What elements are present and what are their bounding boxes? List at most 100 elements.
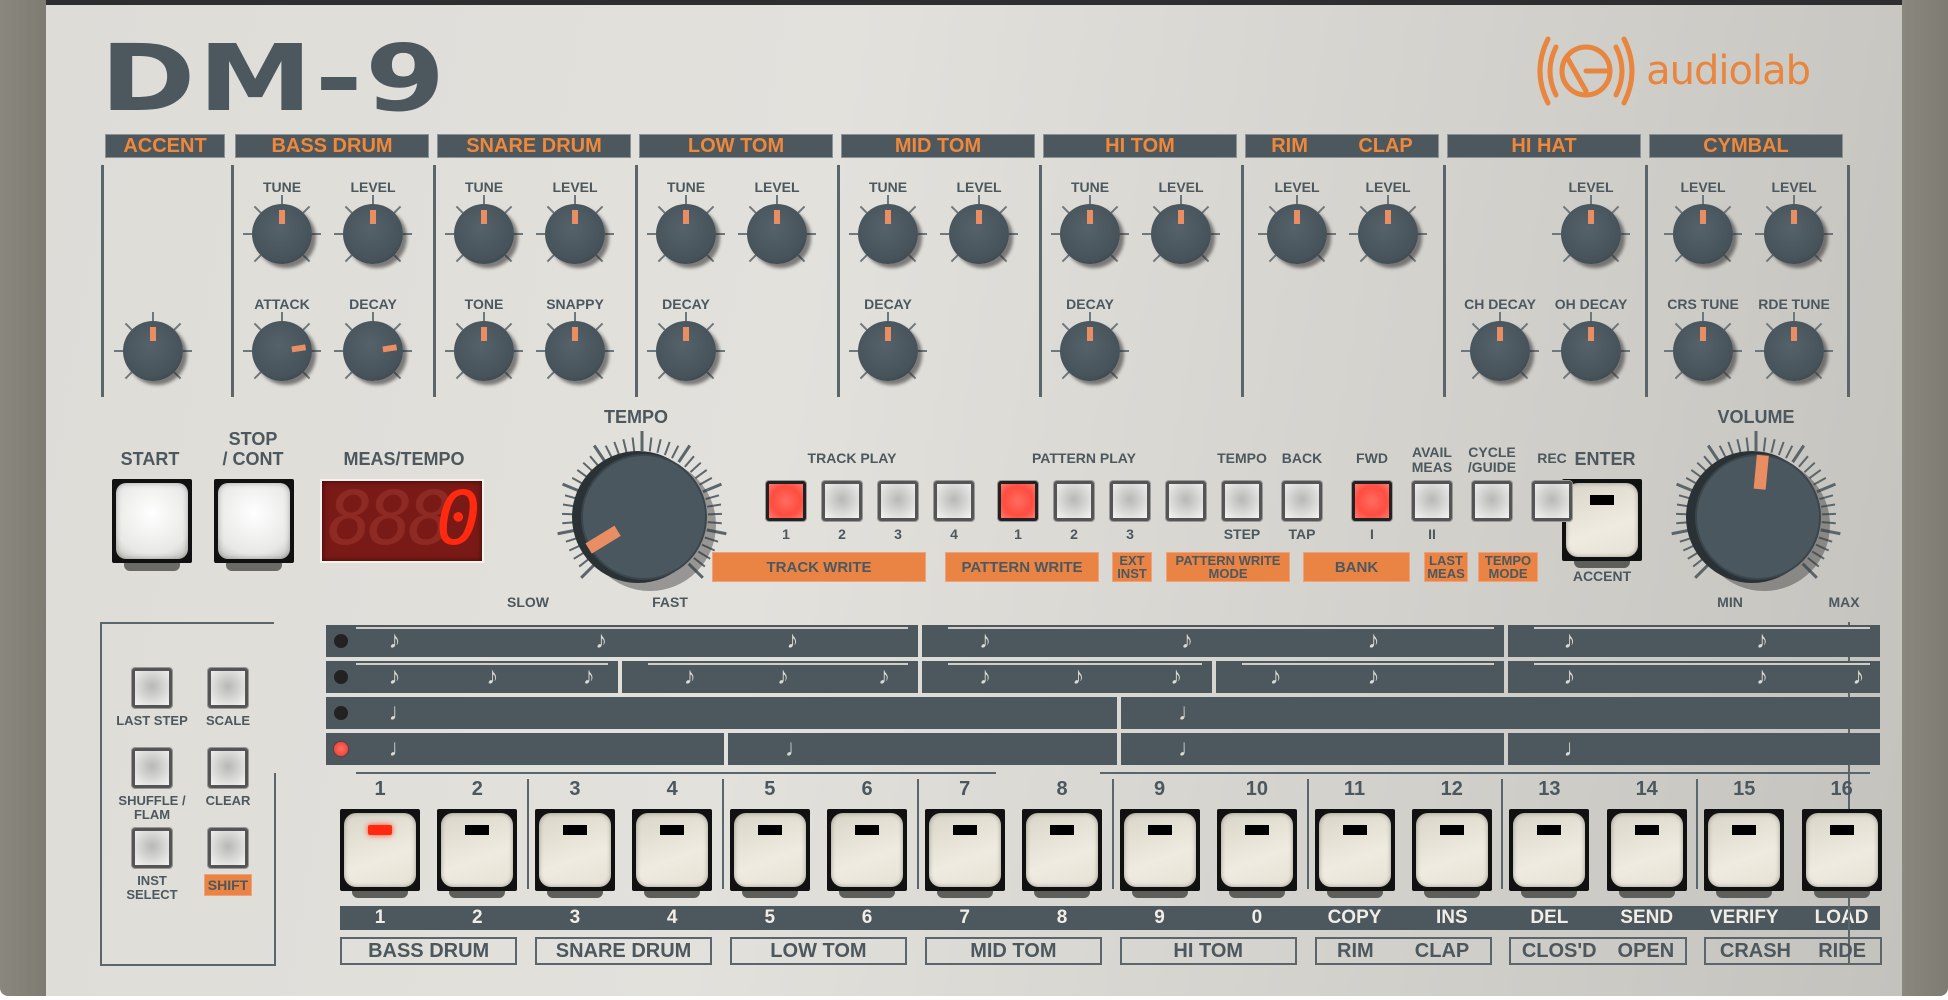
- knob[interactable]: [1755, 195, 1833, 264]
- knob-label: DECAY: [1066, 296, 1114, 312]
- mode-button-rec[interactable]: [1532, 481, 1572, 521]
- pattern-play-button-3[interactable]: [1110, 481, 1150, 521]
- function-button-last-step[interactable]: [132, 668, 172, 708]
- tick: [1798, 455, 1809, 468]
- knob[interactable]: [243, 195, 321, 264]
- knob-label: SNAPPY: [546, 296, 604, 312]
- step-button-3[interactable]: [534, 809, 615, 898]
- function-button-shift[interactable]: [208, 828, 248, 868]
- step-button-12[interactable]: [1411, 809, 1492, 898]
- step-button-8[interactable]: [1022, 809, 1102, 898]
- display-digit-off: 8: [368, 476, 413, 562]
- knob[interactable]: [1142, 195, 1220, 264]
- step-alt-label: 9: [1154, 907, 1165, 928]
- mode-button-avail-meas[interactable]: [1412, 481, 1452, 521]
- knob[interactable]: [1664, 195, 1742, 264]
- knob-body: [1267, 204, 1327, 264]
- track-play-button-4[interactable]: [934, 481, 974, 521]
- function-button-scale[interactable]: [208, 668, 248, 708]
- scale-row[interactable]: ♩ ♩: [326, 697, 1880, 729]
- scale-row[interactable]: ♪ ♪ ♪ ♪ ♪ ♪ ♪ ♪: [326, 625, 1880, 657]
- knob[interactable]: [1258, 195, 1336, 264]
- knob[interactable]: [334, 312, 412, 381]
- mode-button-tempo[interactable]: [1222, 481, 1262, 521]
- triplet-bracket: [648, 663, 909, 669]
- start-button[interactable]: [112, 479, 192, 571]
- knob[interactable]: [1552, 312, 1630, 381]
- knob[interactable]: [647, 312, 725, 381]
- step-button-7[interactable]: [924, 809, 1005, 898]
- track-play-button-2[interactable]: [822, 481, 862, 521]
- knob[interactable]: [1051, 312, 1129, 381]
- step-number: 8: [1056, 778, 1068, 800]
- step-button-5[interactable]: [729, 809, 810, 898]
- header-hi-tom: HI TOM: [1043, 134, 1237, 158]
- scale-row-led: [334, 742, 348, 756]
- enter-button[interactable]: [1562, 479, 1642, 568]
- knob[interactable]: [114, 312, 192, 381]
- knob-indicator: [282, 344, 307, 354]
- step-button-1[interactable]: [340, 809, 420, 898]
- brand-logo: audiolab: [1534, 33, 1811, 109]
- mode-button-back[interactable]: [1282, 481, 1322, 521]
- knob-body: [1060, 321, 1120, 381]
- step-button-9[interactable]: [1119, 809, 1200, 898]
- pattern-play-button-2[interactable]: [1054, 481, 1094, 521]
- knob-label: DECAY: [349, 296, 397, 312]
- step-button-cap: [538, 813, 611, 887]
- volume-min-label: MIN: [1717, 594, 1743, 610]
- scale-row[interactable]: ♪ ♪ ♪ ♪ ♪ ♪ ♪ ♪ ♪ ♪ ♪ ♪ ♪ ♪: [326, 661, 1880, 693]
- function-button-shuffle-flam[interactable]: [132, 748, 172, 788]
- step-button-10[interactable]: [1216, 809, 1297, 898]
- knob[interactable]: [647, 195, 725, 264]
- knob-label: LEVEL: [754, 179, 800, 195]
- knob[interactable]: [1664, 312, 1742, 381]
- knob[interactable]: [849, 195, 927, 264]
- knob[interactable]: [1461, 312, 1539, 381]
- step-alt-label: 8: [1056, 907, 1068, 928]
- step-button-16[interactable]: [1801, 809, 1882, 898]
- mode-button-cycle-guide[interactable]: [1472, 481, 1512, 521]
- knob[interactable]: [536, 312, 614, 381]
- knob[interactable]: [445, 312, 523, 381]
- knob[interactable]: [334, 195, 412, 264]
- stop-cont-button[interactable]: [214, 479, 294, 571]
- volume-knob[interactable]: [1666, 427, 1846, 607]
- function-button-clear[interactable]: [208, 748, 248, 788]
- knob-label: LEVEL: [350, 179, 396, 195]
- step-button-6[interactable]: [827, 809, 908, 898]
- step-button-2[interactable]: [437, 809, 518, 898]
- knob[interactable]: [1552, 195, 1630, 264]
- function-button-inst-select[interactable]: [132, 828, 172, 868]
- knob[interactable]: [940, 195, 1018, 264]
- step-button-15[interactable]: [1704, 809, 1785, 898]
- knob[interactable]: [1349, 195, 1427, 264]
- knob-indicator: [885, 327, 891, 341]
- step-button-4[interactable]: [632, 809, 713, 898]
- step-button-13[interactable]: [1509, 809, 1590, 898]
- mode-button-fwd[interactable]: [1352, 481, 1392, 521]
- pattern-play-button-4[interactable]: [1166, 481, 1206, 521]
- knob[interactable]: [738, 195, 816, 264]
- step-alt-label: 2: [472, 907, 483, 928]
- knob[interactable]: [849, 312, 927, 381]
- knob[interactable]: [1755, 312, 1833, 381]
- step-alt-label: 1: [374, 907, 386, 928]
- knob[interactable]: [1051, 195, 1129, 264]
- tempo-knob[interactable]: [552, 427, 732, 607]
- track-play-button-3[interactable]: [878, 481, 918, 521]
- scale-row[interactable]: ♩ ♩ ♩ ♩: [326, 733, 1880, 765]
- knob-body: [1561, 321, 1621, 381]
- start-button-cap: [116, 483, 188, 559]
- knob[interactable]: [445, 195, 523, 264]
- tick: [1694, 562, 1711, 579]
- knob[interactable]: [243, 312, 321, 381]
- step-led: [1342, 825, 1367, 835]
- knob-body: [545, 321, 605, 381]
- step-button-11[interactable]: [1314, 809, 1395, 898]
- track-play-button-1[interactable]: [766, 481, 806, 521]
- step-button-14[interactable]: [1606, 809, 1687, 898]
- track-play-label: TRACK PLAY: [807, 450, 897, 466]
- knob[interactable]: [536, 195, 614, 264]
- pattern-play-button-1[interactable]: [998, 481, 1038, 521]
